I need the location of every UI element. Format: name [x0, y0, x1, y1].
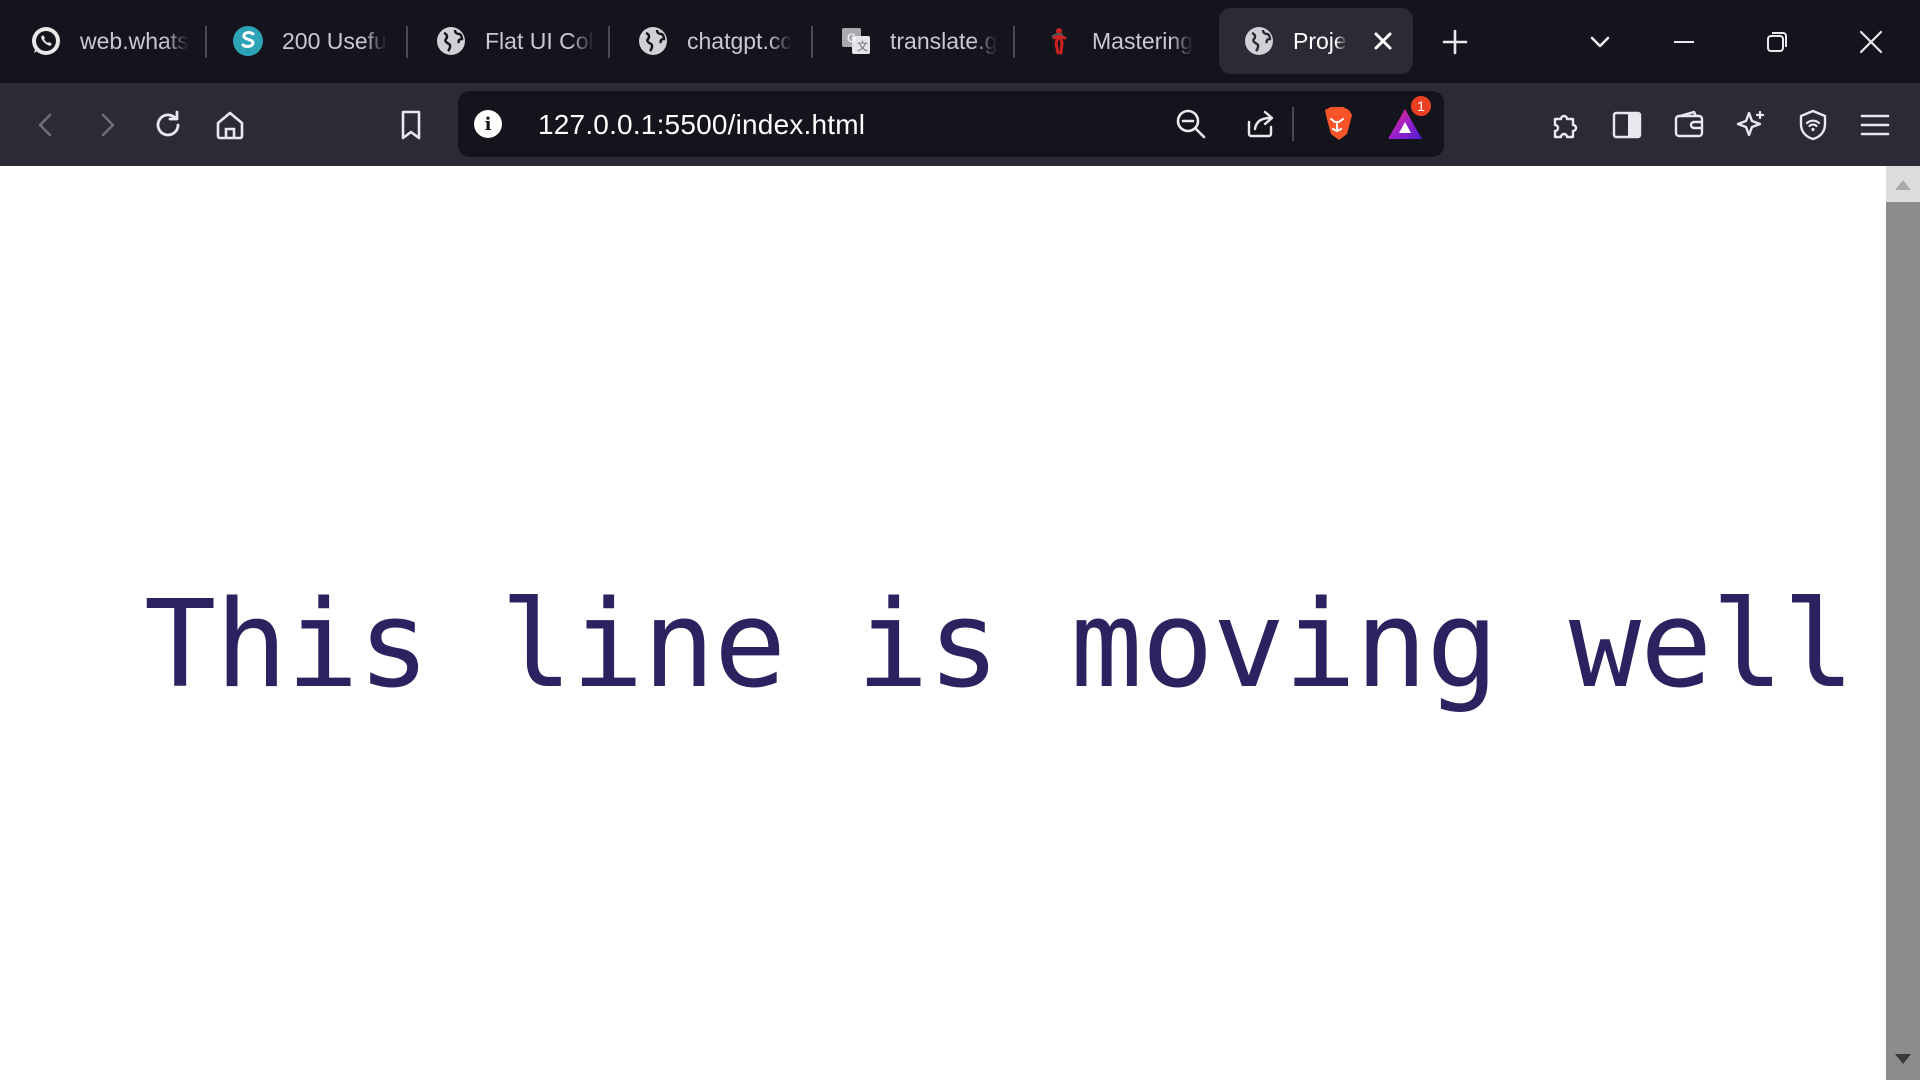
tab-200-useful[interactable]: 200 Usefu — [202, 8, 402, 74]
tab-chatgpt[interactable]: chatgpt.cc — [607, 8, 807, 74]
plus-icon — [1442, 29, 1468, 55]
reload-button[interactable] — [146, 103, 190, 147]
url-divider — [1292, 107, 1294, 141]
address-bar[interactable]: i 127.0.0.1:5500/index.html 1 — [458, 91, 1444, 157]
browser-toolbar: i 127.0.0.1:5500/index.html 1 — [0, 83, 1920, 166]
wallet-button[interactable] — [1667, 103, 1711, 147]
tab-label: chatgpt.cc — [687, 27, 792, 54]
tab-google-translate[interactable]: G文 translate.g — [810, 8, 1010, 74]
sidebar-button[interactable] — [1605, 103, 1649, 147]
zoom-button[interactable] — [1169, 102, 1213, 146]
tab-label: 200 Usefu — [282, 27, 387, 54]
figure-icon — [1042, 25, 1074, 57]
tab-label: Mastering — [1092, 27, 1193, 54]
brave-lion-icon — [1325, 107, 1352, 140]
s-logo-icon — [232, 25, 264, 57]
minimize-button[interactable] — [1664, 22, 1704, 62]
sparkle-icon — [1736, 110, 1765, 137]
minimize-icon — [1674, 41, 1694, 43]
tab-label: translate.g — [890, 27, 998, 54]
chevron-down-icon — [1590, 36, 1610, 48]
chevron-left-icon — [38, 113, 52, 137]
scroll-up-arrow-icon[interactable] — [1895, 180, 1911, 190]
sidebar-icon — [1612, 111, 1642, 139]
zoom-out-icon — [1176, 109, 1206, 139]
home-button[interactable] — [208, 103, 252, 147]
bookmark-icon — [401, 110, 421, 140]
scroll-thumb[interactable] — [1889, 204, 1917, 1040]
svg-text:G: G — [847, 31, 856, 45]
scroll-down-arrow-icon[interactable] — [1895, 1054, 1911, 1064]
vertical-scrollbar[interactable] — [1886, 166, 1920, 1080]
close-tab-icon[interactable] — [1369, 27, 1397, 55]
tab-whatsapp[interactable]: web.whats — [0, 8, 200, 74]
rewards-badge: 1 — [1409, 94, 1433, 118]
tab-label: Proje — [1293, 27, 1347, 54]
tab-flat-ui-colors[interactable]: Flat UI Col — [405, 8, 605, 74]
restore-button[interactable] — [1757, 22, 1797, 62]
bookmark-button[interactable] — [389, 103, 433, 147]
globe-icon — [637, 25, 669, 57]
close-icon — [1859, 30, 1883, 54]
brave-rewards-button[interactable]: 1 — [1383, 94, 1433, 146]
globe-icon — [1243, 25, 1275, 57]
vpn-button[interactable] — [1791, 103, 1835, 147]
brave-shields-button[interactable] — [1315, 102, 1359, 146]
tab-project-active[interactable]: Proje — [1219, 8, 1413, 74]
url-text[interactable]: 127.0.0.1:5500/index.html — [538, 109, 865, 141]
google-translate-icon: G文 — [840, 25, 872, 57]
share-icon — [1247, 110, 1274, 138]
globe-icon — [435, 25, 467, 57]
forward-button[interactable] — [85, 103, 129, 147]
tab-mastering[interactable]: Mastering — [1012, 8, 1212, 74]
restore-icon — [1767, 32, 1787, 52]
tab-label: Flat UI Col — [485, 27, 594, 54]
wallet-icon — [1674, 110, 1704, 138]
whatsapp-icon — [30, 25, 62, 57]
tab-list-button[interactable] — [1580, 22, 1620, 62]
chevron-right-icon — [101, 113, 115, 137]
svg-text:文: 文 — [857, 39, 868, 53]
tab-strip: web.whats 200 Usefu Flat UI Col chatgpt.… — [0, 0, 1920, 83]
page-content: This line is moving well — [0, 166, 1886, 1080]
reload-icon — [156, 110, 180, 137]
menu-button[interactable] — [1853, 103, 1897, 147]
home-icon — [216, 111, 244, 140]
tab-label: web.whats — [80, 27, 189, 54]
puzzle-icon — [1553, 114, 1578, 139]
shield-wifi-icon — [1799, 109, 1827, 141]
extensions-button[interactable] — [1543, 103, 1587, 147]
back-button[interactable] — [24, 103, 68, 147]
close-window-button[interactable] — [1851, 22, 1891, 62]
site-info-icon[interactable]: i — [474, 110, 502, 138]
moving-text: This line is moving well — [144, 576, 1855, 715]
share-button[interactable] — [1239, 102, 1283, 146]
leo-ai-button[interactable] — [1729, 103, 1773, 147]
new-tab-button[interactable] — [1435, 22, 1475, 62]
hamburger-menu-icon — [1860, 114, 1890, 136]
